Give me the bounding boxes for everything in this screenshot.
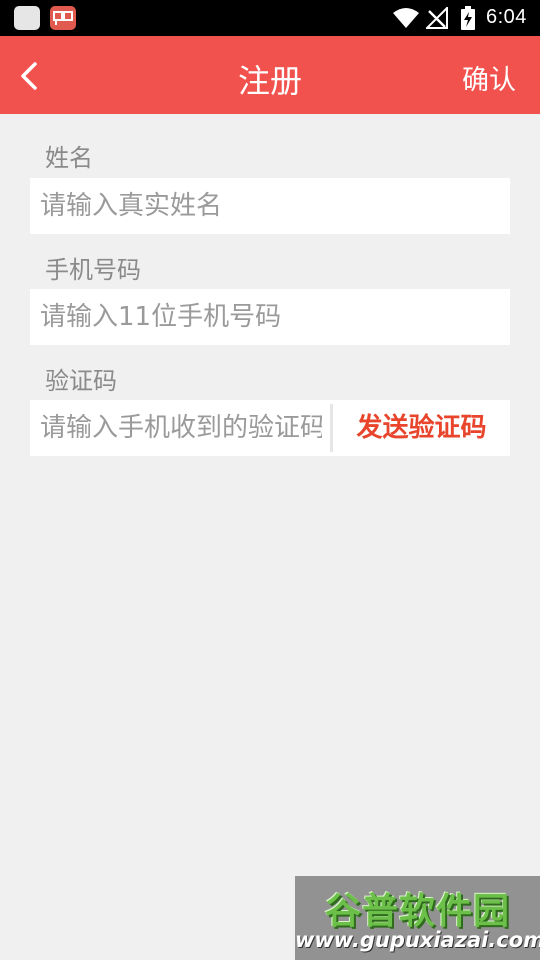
confirm-button[interactable]: 确认 [462,58,516,97]
watermark-logo: 谷普软件园 [324,891,510,932]
code-field-box: 发送验证码 [30,400,510,456]
status-bar: 6:04 [0,0,540,36]
watermark: 谷普软件园 www.gupuxiazai.com [295,876,540,960]
status-time: 6:04 [486,6,527,28]
app-notification-icon [14,6,40,30]
name-label: 姓名 [45,144,93,172]
watermark-url: www.gupuxiazai.com [295,928,540,952]
battery-charging-icon [461,6,475,30]
wifi-icon [393,8,419,28]
code-label: 验证码 [45,367,117,395]
red-app-notification-icon [50,6,76,30]
phone-input[interactable] [40,289,500,345]
code-input[interactable] [40,400,322,456]
name-input[interactable] [40,178,500,234]
page-title: 注册 [237,62,302,100]
no-signal-icon [426,7,448,29]
send-code-button[interactable]: 发送验证码 [333,400,510,456]
app-header: 注册 确认 [0,36,540,114]
name-field-box [30,178,510,234]
phone-label: 手机号码 [45,256,141,284]
phone-field-box [30,289,510,345]
